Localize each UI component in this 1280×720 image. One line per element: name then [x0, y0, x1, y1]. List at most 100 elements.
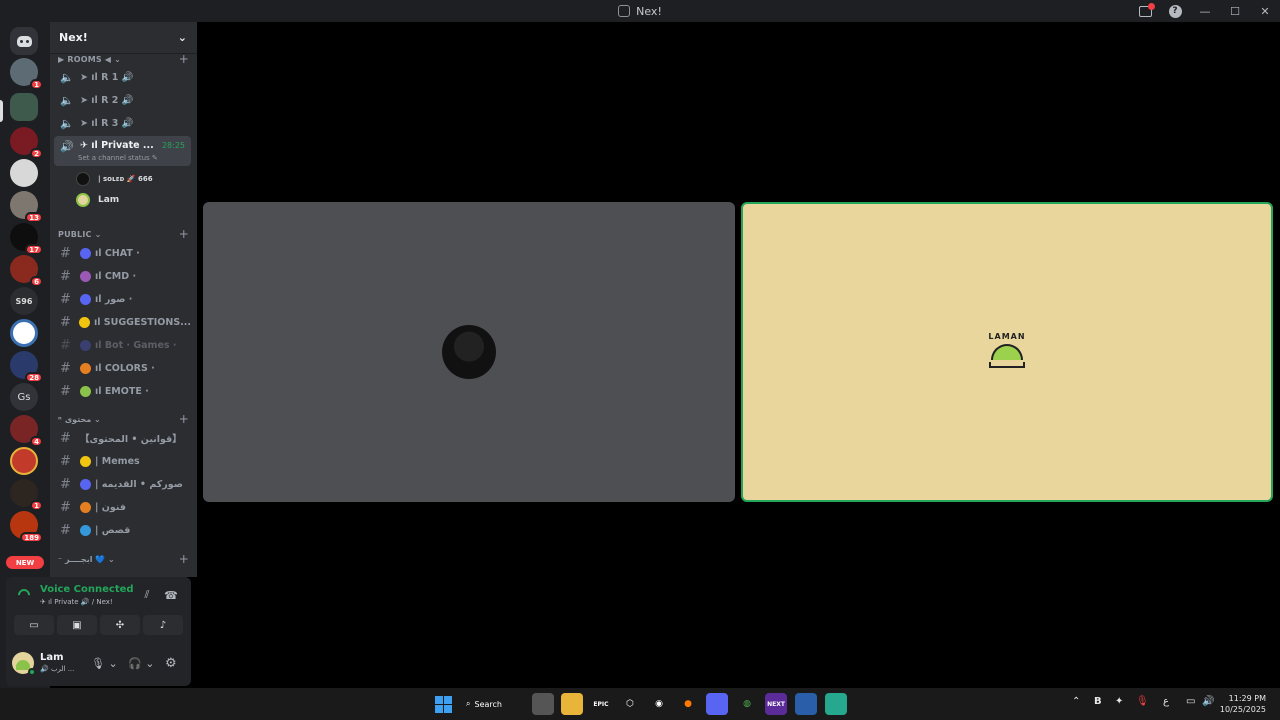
text-channel[interactable]: # ıl CMD ·	[54, 266, 191, 286]
voice-channel[interactable]: 🔈 ➤ ıl R 1 🔊	[54, 67, 191, 87]
server-icon[interactable]: 1	[10, 58, 43, 90]
disconnect-icon[interactable]: ☎	[162, 588, 180, 602]
microphone-button[interactable]: 🎙 ⌄	[91, 655, 118, 671]
server-icon[interactable]: 28	[10, 351, 43, 383]
server-icon[interactable]	[10, 159, 38, 187]
guild-header[interactable]: Nex! ⌄	[50, 22, 197, 54]
server-icon[interactable]: 17	[10, 223, 43, 255]
category-misc[interactable]: ⁻ ابجــــر 💙 ⌄ +	[58, 552, 189, 566]
settings-button[interactable]: ⚙	[165, 655, 177, 671]
chevron-down-icon: ⌄	[145, 656, 155, 670]
category-label: ▶ ROOMS ◀ ⌄	[58, 54, 122, 64]
call-timer: 28:25	[161, 141, 185, 150]
soundboard-button[interactable]: ♪	[143, 615, 183, 635]
screen-share-button[interactable]: ▣	[57, 615, 97, 635]
category-rooms[interactable]: ▶ ROOMS ◀ ⌄ +	[58, 52, 189, 66]
taskbar-firefox[interactable]: ●	[677, 693, 699, 715]
channel-name: ıl SUGGESTIONS...	[93, 316, 191, 328]
text-channel[interactable]: # | Memes	[54, 451, 191, 471]
server-icon[interactable]: 6	[10, 255, 43, 287]
start-button[interactable]	[432, 693, 454, 715]
taskbar-epic[interactable]: EPIC	[590, 693, 612, 715]
category-label: PUBLIC ⌄	[58, 229, 102, 239]
camera-off-icon: ▭	[29, 619, 39, 631]
tray-app-icon[interactable]: ✦	[1115, 696, 1123, 707]
network-icon[interactable]: ▭	[1186, 696, 1195, 707]
taskbar-app[interactable]	[795, 693, 817, 715]
add-channel-icon[interactable]: +	[179, 227, 189, 241]
server-icon[interactable]: 13	[10, 191, 43, 223]
category-label: ⁿ محتوى ⌄	[58, 414, 101, 424]
voice-channel[interactable]: 🔈 ➤ ıl R 2 🔊	[54, 90, 191, 110]
category-public[interactable]: PUBLIC ⌄ +	[58, 227, 189, 241]
hash-icon: #	[60, 430, 71, 446]
server-icon-active[interactable]	[10, 93, 38, 121]
taskbar-unity[interactable]: ⬡	[619, 693, 641, 715]
home-button[interactable]	[10, 27, 38, 55]
server-icon[interactable]: 2	[10, 127, 43, 159]
headphones-button[interactable]: 🎧 ⌄	[128, 655, 154, 671]
text-channel[interactable]: # ıl COLORS ·	[54, 358, 191, 378]
channel-name: ıl CMD ·	[95, 270, 137, 282]
taskbar-chrome[interactable]: ◍	[736, 693, 758, 715]
taskbar-clock[interactable]: 11:29 PM 10/25/2025	[1220, 693, 1266, 715]
minimize-button[interactable]: —	[1190, 0, 1220, 22]
user-name[interactable]: Lam	[40, 652, 64, 663]
volume-icon[interactable]: 🔊	[1202, 696, 1214, 707]
server-icon-gs[interactable]: Gs	[10, 383, 38, 411]
participant-tile-speaking[interactable]: LAMAN	[741, 202, 1273, 502]
tray-overflow-icon[interactable]: ⌃	[1072, 696, 1080, 707]
voice-user[interactable]: | ꜱᴏʟᴇᴅ 🚀 666	[76, 170, 153, 188]
server-icon[interactable]: 1	[10, 479, 43, 511]
new-badge[interactable]: NEW	[6, 556, 44, 569]
add-channel-icon[interactable]: +	[179, 552, 189, 566]
search-icon: ⌕	[466, 699, 471, 708]
camera-off-button[interactable]: ▭	[14, 615, 54, 635]
voice-user[interactable]: Lam	[76, 191, 119, 209]
text-channel[interactable]: # | صوركم • القديمه	[54, 474, 191, 494]
add-channel-icon[interactable]: +	[179, 52, 189, 66]
guild-name: Nex!	[59, 31, 88, 44]
participant-tile[interactable]	[203, 202, 735, 502]
taskbar-discord[interactable]	[706, 693, 728, 715]
server-icon[interactable]: 4	[10, 415, 43, 447]
close-button[interactable]: ✕	[1250, 0, 1280, 22]
activities-button[interactable]: ✣	[100, 615, 140, 635]
server-icon[interactable]	[10, 447, 38, 475]
taskbar-search[interactable]: ⌕ Search	[466, 694, 522, 714]
voice-actions: ▭ ▣ ✣ ♪	[14, 615, 183, 635]
text-channel[interactable]: # 【قوانين • المحتوى】	[54, 428, 191, 448]
taskbar-file-explorer[interactable]	[561, 693, 583, 715]
microphone-icon[interactable]: 🎙	[1136, 696, 1149, 707]
voice-connected-panel: Voice Connected ✈ ıl Private 🔊 / Nex! ⫽ …	[6, 577, 191, 641]
mention-badge: 28	[25, 372, 43, 383]
noise-suppression-icon[interactable]: ⫽	[138, 588, 156, 602]
taskbar-next[interactable]: NEXT	[765, 693, 787, 715]
text-channel[interactable]: # ıl صور ·	[54, 289, 191, 309]
tray-app-icon[interactable]: B	[1094, 696, 1102, 707]
server-icon-s96[interactable]: S96	[10, 287, 38, 315]
language-indicator[interactable]: ع	[1163, 696, 1169, 707]
voice-channel-active[interactable]: 🔊 ✈ ıl Private ... 28:25 Set a channel s…	[54, 136, 191, 166]
server-icon[interactable]	[10, 319, 38, 347]
channel-status[interactable]: Set a channel status ✎	[78, 154, 158, 162]
voice-connected-channel[interactable]: ✈ ıl Private 🔊 / Nex!	[40, 598, 113, 606]
text-channel[interactable]: # ıl EMOTE ·	[54, 381, 191, 401]
text-channel[interactable]: # | قصص	[54, 520, 191, 540]
speaker-icon: 🔈	[60, 70, 74, 84]
taskbar-app-store[interactable]	[532, 693, 554, 715]
text-channel-muted[interactable]: # ıl Bot · Games ·	[54, 335, 191, 355]
maximize-button[interactable]: ☐	[1220, 0, 1250, 22]
server-icon[interactable]: 189	[10, 511, 43, 543]
voice-channel[interactable]: 🔈 ➤ ıl R 3 🔊	[54, 113, 191, 133]
category-content[interactable]: ⁿ محتوى ⌄ +	[58, 412, 189, 426]
text-channel[interactable]: # ıl CHAT ·	[54, 243, 191, 263]
add-channel-icon[interactable]: +	[179, 412, 189, 426]
text-channel[interactable]: # ıl SUGGESTIONS...	[54, 312, 191, 332]
help-button[interactable]: ?	[1160, 0, 1190, 22]
taskbar-app[interactable]	[825, 693, 847, 715]
inbox-button[interactable]	[1130, 0, 1160, 22]
signal-icon[interactable]	[15, 586, 33, 604]
taskbar-steam[interactable]: ◉	[648, 693, 670, 715]
text-channel[interactable]: # | فنون	[54, 497, 191, 517]
